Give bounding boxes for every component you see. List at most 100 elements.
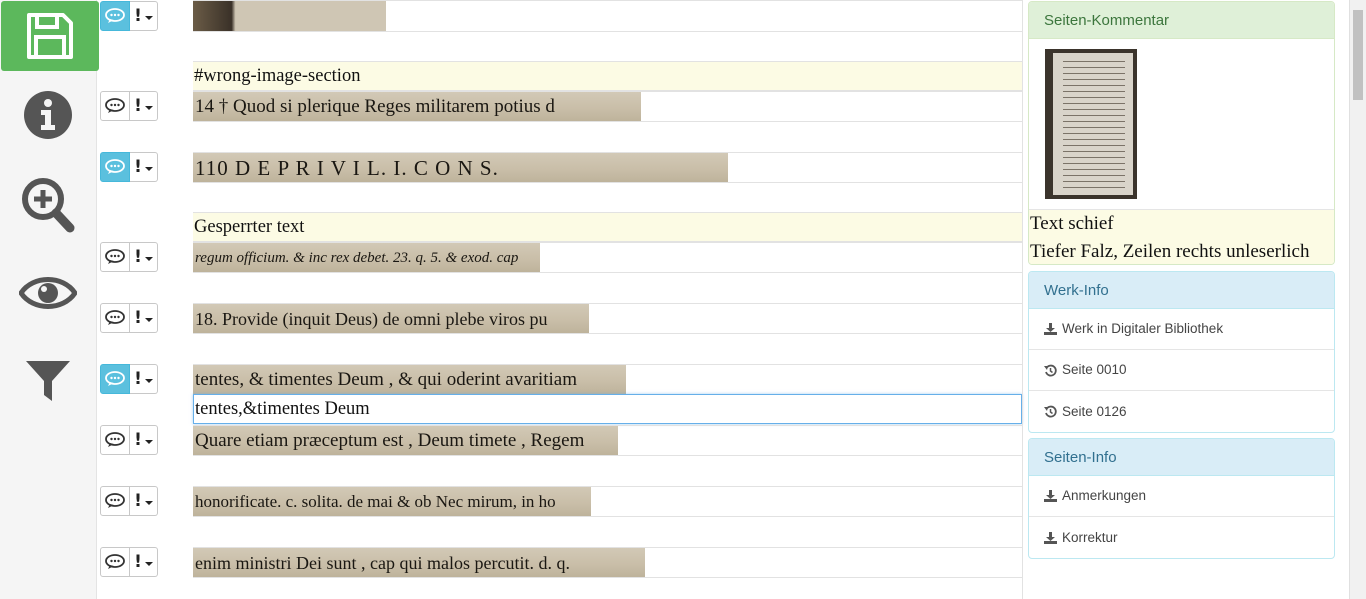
line-image-row <box>193 0 1022 31</box>
download-icon <box>1044 490 1057 502</box>
werk-link-label: Werk in Digitaler Bibliothek <box>1062 321 1224 336</box>
line-image-row: 18. Provide (inquit Deus) de omni plebe … <box>193 303 1022 334</box>
comment-button[interactable] <box>100 242 130 272</box>
eye-button[interactable] <box>0 262 96 324</box>
filter-button[interactable] <box>0 350 96 412</box>
line-image-row: 110 D E P R I V I L. I. C O N S. <box>193 152 1022 183</box>
page-scrollbar[interactable] <box>1349 0 1366 599</box>
line-input[interactable] <box>193 516 1022 546</box>
error-dropdown-button[interactable]: ! <box>130 547 158 577</box>
anmerkungen-label: Anmerkungen <box>1062 488 1147 503</box>
caret-down-icon <box>144 317 153 322</box>
error-dropdown-button[interactable]: ! <box>130 364 158 394</box>
page-comment-text: Text schief <box>1029 210 1334 238</box>
comment-icon <box>105 371 125 386</box>
error-dropdown-button[interactable]: ! <box>130 425 158 455</box>
panel-title: Seiten-Info <box>1029 439 1334 476</box>
exclamation-icon: ! <box>134 6 142 26</box>
comment-button[interactable] <box>100 486 130 516</box>
history-icon <box>1044 405 1057 418</box>
line-image-row: honorificate. c. solita. de mai & ob Nec… <box>193 486 1022 517</box>
comment-icon <box>105 98 125 113</box>
zoom-in-button[interactable] <box>0 174 96 236</box>
comment-button[interactable] <box>100 152 130 182</box>
comment-button[interactable] <box>100 364 130 394</box>
comment-icon <box>105 8 125 23</box>
exclamation-icon: ! <box>134 430 142 450</box>
error-dropdown-button[interactable]: ! <box>130 486 158 516</box>
line-image-row: regum officium. & inc rex debet. 23. q. … <box>193 242 1022 273</box>
line-image-row: Quare etiam præceptum est , Deum timete … <box>193 425 1022 456</box>
line-actions: ! <box>100 242 158 272</box>
comment-icon <box>105 432 125 447</box>
line-image: enim ministri Dei sunt , cap qui malos p… <box>193 548 645 578</box>
line-input[interactable] <box>193 31 1022 61</box>
caret-down-icon <box>144 500 153 505</box>
zoom-in-icon <box>22 178 75 233</box>
comment-button[interactable] <box>100 425 130 455</box>
comment-button[interactable] <box>100 547 130 577</box>
werk-link[interactable]: Werk in Digitaler Bibliothek <box>1029 309 1334 350</box>
line-image: 110 D E P R I V I L. I. C O N S. <box>193 153 728 183</box>
seiten-info-panel: Seiten-Info Anmerkungen Korrektur <box>1028 438 1335 559</box>
line-image: 14 † Quod si plerique Reges militarem po… <box>193 92 641 122</box>
error-dropdown-button[interactable]: ! <box>130 242 158 272</box>
line-input[interactable] <box>193 333 1022 363</box>
line-actions: ! <box>100 486 158 516</box>
comment-icon <box>105 310 125 325</box>
line-input-active[interactable]: tentes,&timentes Deum <box>193 394 1022 424</box>
info-button[interactable] <box>0 84 96 146</box>
download-icon <box>1044 531 1057 544</box>
info-icon <box>24 91 72 139</box>
werk-info-panel: Werk-Info Werk in Digitaler Bibliothek S… <box>1028 271 1335 433</box>
caret-down-icon <box>144 166 153 171</box>
line-input[interactable] <box>193 272 1022 302</box>
scrollbar-thumb[interactable] <box>1353 10 1363 100</box>
exclamation-icon: ! <box>134 96 142 116</box>
error-dropdown-button[interactable]: ! <box>130 91 158 121</box>
line-image: tentes, & timentes Deum , & qui oderint … <box>193 365 626 395</box>
korrektur-link[interactable]: Korrektur <box>1029 517 1334 558</box>
page-comment-panel: Seiten-Kommentar Text schief Tiefer Falz… <box>1028 1 1335 265</box>
line-input[interactable] <box>193 121 1022 151</box>
page-link[interactable]: Seite 0126 <box>1029 391 1334 432</box>
exclamation-icon: ! <box>134 247 142 267</box>
comment-button[interactable] <box>100 1 130 31</box>
comment-icon <box>105 249 125 264</box>
history-icon <box>1044 364 1057 376</box>
page-link-label: Seite 0010 <box>1062 362 1127 377</box>
error-dropdown-button[interactable]: ! <box>130 152 158 182</box>
page-comment-text: Tiefer Falz, Zeilen rechts unleserlich <box>1029 238 1334 264</box>
comment-button[interactable] <box>100 91 130 121</box>
page-thumbnail[interactable] <box>1045 49 1137 199</box>
line-actions: ! <box>100 1 158 31</box>
caret-down-icon <box>144 105 153 110</box>
korrektur-label: Korrektur <box>1062 529 1118 545</box>
line-actions: ! <box>100 152 158 182</box>
line-input[interactable] <box>193 455 1022 485</box>
exclamation-icon: ! <box>134 491 142 511</box>
anmerkungen-link[interactable]: Anmerkungen <box>1029 476 1334 517</box>
marker-line: Gesperrter text <box>193 212 1022 242</box>
line-input[interactable] <box>193 182 1022 212</box>
error-dropdown-button[interactable]: ! <box>130 1 158 31</box>
error-dropdown-button[interactable]: ! <box>130 303 158 333</box>
comment-icon <box>105 159 125 174</box>
caret-down-icon <box>144 256 153 261</box>
line-actions: ! <box>100 91 158 121</box>
line-input[interactable] <box>193 577 1022 599</box>
toolbar-sidebar <box>0 0 99 599</box>
page-link[interactable]: Seite 0010 <box>1029 350 1334 391</box>
line-image <box>193 1 386 31</box>
line-image: honorificate. c. solita. de mai & ob Nec… <box>193 487 591 517</box>
comment-button[interactable] <box>100 303 130 333</box>
panel-title: Seiten-Kommentar <box>1029 2 1334 39</box>
line-actions: ! <box>100 303 158 333</box>
line-actions: ! <box>100 364 158 394</box>
save-button[interactable] <box>1 1 99 71</box>
line-image-row: 14 † Quod si plerique Reges militarem po… <box>193 91 1022 122</box>
transcription-text: tentes,&timentes Deum <box>195 399 370 419</box>
line-image-row: enim ministri Dei sunt , cap qui malos p… <box>193 547 1022 578</box>
line-actions: ! <box>100 425 158 455</box>
column-divider <box>1022 0 1023 599</box>
